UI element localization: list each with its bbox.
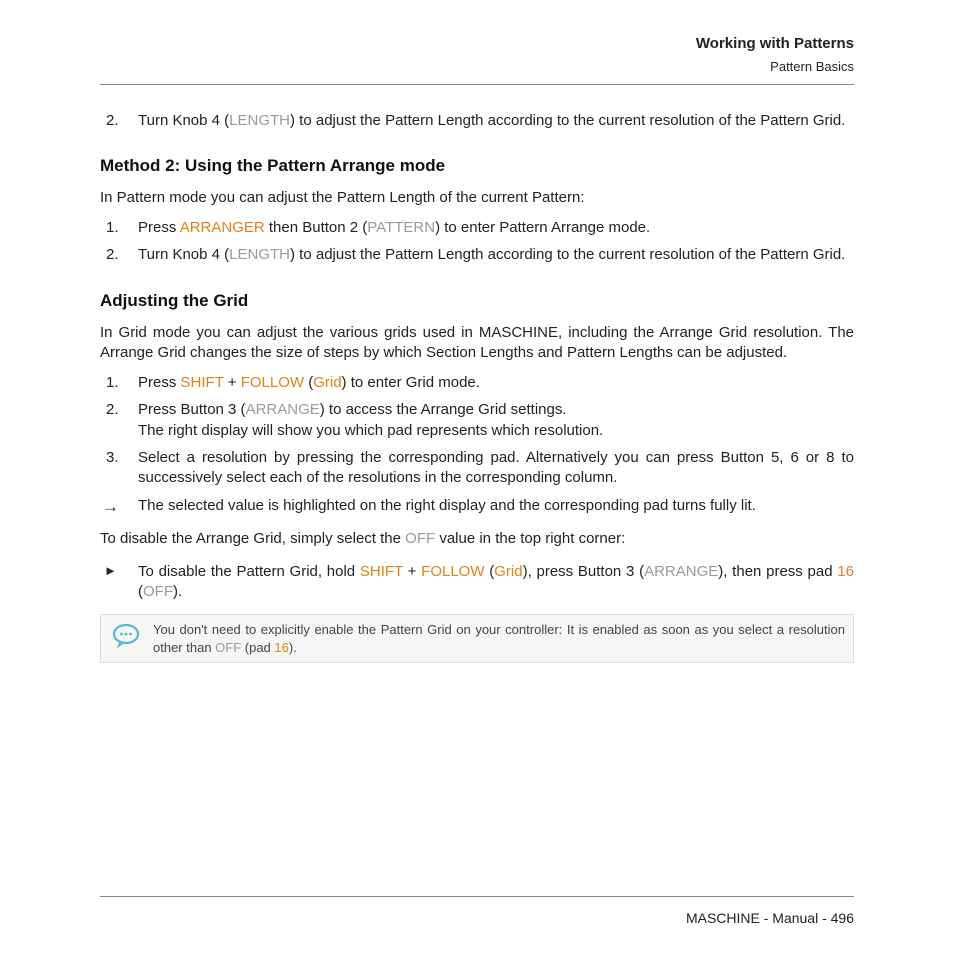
label-off: OFF	[143, 583, 173, 600]
speech-bubble-icon	[109, 621, 143, 649]
triangle-icon: ►	[100, 562, 138, 603]
label-arrange: ARRANGE	[644, 563, 718, 580]
step-number: 2.	[100, 400, 138, 441]
list-item: 2. Press Button 3 (ARRANGE) to access th…	[100, 400, 854, 441]
label-off: OFF	[405, 530, 435, 547]
step-text: Press ARRANGER then Button 2 (PATTERN) t…	[138, 218, 854, 238]
page-footer: MASCHINE - Manual - 496	[100, 896, 854, 928]
tip-box: You don't need to explicitly enable the …	[100, 614, 854, 663]
step-number: 3.	[100, 448, 138, 489]
label-off: OFF	[215, 640, 241, 655]
list-item: 3. Select a resolution by pressing the c…	[100, 448, 854, 489]
keyword-shift: SHIFT	[360, 563, 403, 580]
step-number: 1.	[100, 373, 138, 393]
step-text: Turn Knob 4 (LENGTH) to adjust the Patte…	[138, 111, 854, 131]
header-subtitle: Pattern Basics	[100, 58, 854, 76]
top-continuation-list: 2. Turn Knob 4 (LENGTH) to adjust the Pa…	[100, 111, 854, 131]
keyword-grid: Grid	[494, 563, 522, 580]
grid-intro: In Grid mode you can adjust the various …	[100, 323, 854, 364]
method2-list: 1. Press ARRANGER then Button 2 (PATTERN…	[100, 218, 854, 266]
keyword-16: 16	[837, 563, 854, 580]
page-header: Working with Patterns Pattern Basics	[100, 34, 854, 85]
result-item: → The selected value is highlighted on t…	[100, 496, 854, 519]
step-text: Press Button 3 (ARRANGE) to access the A…	[138, 400, 854, 441]
list-item: 1. Press SHIFT + FOLLOW (Grid) to enter …	[100, 373, 854, 393]
step-number: 2.	[100, 245, 138, 265]
step-text: Press SHIFT + FOLLOW (Grid) to enter Gri…	[138, 373, 854, 393]
heading-method-2: Method 2: Using the Pattern Arrange mode	[100, 155, 854, 178]
result-text: The selected value is highlighted on the…	[138, 496, 854, 519]
label-pattern: PATTERN	[367, 219, 435, 236]
keyword-grid: Grid	[313, 374, 341, 391]
heading-adjusting-grid: Adjusting the Grid	[100, 290, 854, 313]
header-title: Working with Patterns	[100, 34, 854, 54]
footer-text: MASCHINE - Manual - 496	[686, 910, 854, 926]
step-number: 2.	[100, 111, 138, 131]
label-length: LENGTH	[229, 112, 290, 129]
method2-intro: In Pattern mode you can adjust the Patte…	[100, 188, 854, 208]
action-item: ► To disable the Pattern Grid, hold SHIF…	[100, 562, 854, 603]
list-item: 2. Turn Knob 4 (LENGTH) to adjust the Pa…	[100, 245, 854, 265]
label-length: LENGTH	[229, 246, 290, 263]
arrow-icon: →	[100, 496, 138, 519]
step-text: Turn Knob 4 (LENGTH) to adjust the Patte…	[138, 245, 854, 265]
keyword-follow: FOLLOW	[241, 374, 304, 391]
keyword-follow: FOLLOW	[421, 563, 484, 580]
step-text: Select a resolution by pressing the corr…	[138, 448, 854, 489]
list-item: 1. Press ARRANGER then Button 2 (PATTERN…	[100, 218, 854, 238]
step-number: 1.	[100, 218, 138, 238]
keyword-16: 16	[274, 640, 288, 655]
grid-list: 1. Press SHIFT + FOLLOW (Grid) to enter …	[100, 373, 854, 488]
list-item: 2. Turn Knob 4 (LENGTH) to adjust the Pa…	[100, 111, 854, 131]
keyword-shift: SHIFT	[181, 374, 224, 391]
tip-text: You don't need to explicitly enable the …	[153, 621, 845, 656]
disable-grid-line: To disable the Arrange Grid, simply sele…	[100, 529, 854, 549]
keyword-arranger: ARRANGER	[180, 219, 265, 236]
action-text: To disable the Pattern Grid, hold SHIFT …	[138, 562, 854, 603]
label-arrange: ARRANGE	[246, 401, 320, 418]
